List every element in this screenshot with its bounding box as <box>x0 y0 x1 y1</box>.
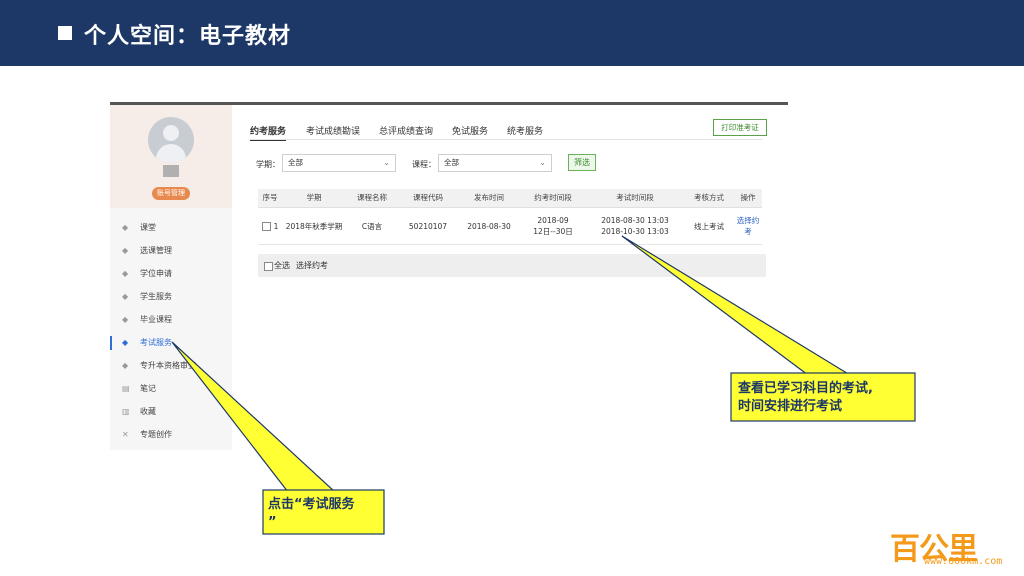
sidebar-item-degree-application[interactable]: ◆ 学位申请 <box>110 264 232 284</box>
profile-panel: 账号管理 <box>110 105 232 208</box>
graduation-cap-icon: ◆ <box>122 361 129 370</box>
bookmark-icon: ▥ <box>122 407 130 416</box>
select-all-checkbox[interactable] <box>264 262 273 271</box>
term-select[interactable]: 全部 ⌄ <box>282 154 396 172</box>
chevron-down-icon: ⌄ <box>539 158 546 167</box>
graduation-cap-icon: ◆ <box>122 338 129 347</box>
sidebar-item-graduation-courses[interactable]: ◆ 毕业课程 <box>110 310 232 330</box>
sidebar-item-notes[interactable]: ▤ 笔记 <box>110 379 232 399</box>
graduation-cap-icon: ◆ <box>122 246 129 255</box>
right-callout-text: 查看已学习科目的考试, 时间安排进行考试 <box>738 381 873 414</box>
logo-url: www.600km.com <box>924 556 1003 567</box>
sidebar-item-topic-creation[interactable]: ✕ 专题创作 <box>110 425 232 445</box>
graduation-cap-icon: ◆ <box>122 223 129 232</box>
sidebar-item-upgrade-review[interactable]: ◆ 专升本资格审查 <box>110 356 232 376</box>
tab-score-correction[interactable]: 考试成绩勘误 <box>306 124 360 137</box>
term-label: 学期： <box>256 160 280 169</box>
table-footer: 全选 选择约考 <box>258 254 766 277</box>
booking-period: 2018-09 12日--30日 <box>533 216 573 236</box>
table-header: 序号 学期 课程名称 课程代码 发布时间 约考时间段 考试时间段 考核方式 操作 <box>258 189 762 208</box>
left-callout-text: 点击“考试服务 ” <box>268 497 355 530</box>
tab-overall-score[interactable]: 总评成绩查询 <box>379 124 433 137</box>
avatar <box>148 117 194 163</box>
sidebar-item-student-services[interactable]: ◆ 学生服务 <box>110 287 232 307</box>
brand-logo: 百公里 www.600km.com <box>890 524 1016 570</box>
course-label: 课程： <box>412 160 436 169</box>
sidebar: 账号管理 ◆ 课堂 ◆ 选课管理 ◆ 学位申请 ◆ 学生服务 ◆ 毕业课程 ◆ … <box>110 105 232 450</box>
graduation-cap-icon: ◆ <box>122 269 129 278</box>
sidebar-item-course-selection[interactable]: ◆ 选课管理 <box>110 241 232 261</box>
notebook-icon: ▤ <box>122 384 130 393</box>
tab-exam-exemption[interactable]: 免试服务 <box>452 124 488 137</box>
tab-unified-exam[interactable]: 统考服务 <box>507 124 543 137</box>
graduation-cap-icon: ◆ <box>122 292 129 301</box>
account-management-button[interactable]: 账号管理 <box>152 187 190 200</box>
table-row: 1 2018年秋季学期 C语言 50210107 2018-08-30 2018… <box>258 208 762 245</box>
filter-button[interactable]: 筛选 <box>568 154 596 171</box>
active-indicator <box>110 336 112 350</box>
id-card-icon <box>163 165 179 177</box>
slide-title: 个人空间：电子教材 <box>84 24 292 49</box>
bullet-square-icon <box>58 26 72 40</box>
checkbox[interactable] <box>261 221 271 231</box>
print-admission-ticket-button[interactable]: 打印准考证 <box>713 119 767 136</box>
sidebar-item-exam-services[interactable]: ◆ 考试服务 <box>110 333 232 353</box>
select-all-label: 全选 <box>274 261 290 270</box>
slide-header: 个人空间：电子教材 <box>0 0 1024 66</box>
exam-period: 2018-08-30 13:03 2018-10-30 13:03 <box>601 216 669 236</box>
tabs-divider <box>250 139 762 140</box>
tools-icon: ✕ <box>122 430 129 439</box>
sidebar-item-favorites[interactable]: ▥ 收藏 <box>110 402 232 422</box>
row-select[interactable]: 1 <box>258 208 282 244</box>
select-booking-link[interactable]: 选择约考 <box>736 208 760 244</box>
embedded-screenshot: 账号管理 ◆ 课堂 ◆ 选课管理 ◆ 学位申请 ◆ 学生服务 ◆ 毕业课程 ◆ … <box>110 102 788 450</box>
sidebar-item-classroom[interactable]: ◆ 课堂 <box>110 218 232 238</box>
graduation-cap-icon: ◆ <box>122 315 129 324</box>
chevron-down-icon: ⌄ <box>383 158 390 167</box>
course-select[interactable]: 全部 ⌄ <box>438 154 552 172</box>
batch-book-button[interactable]: 选择约考 <box>296 254 328 277</box>
